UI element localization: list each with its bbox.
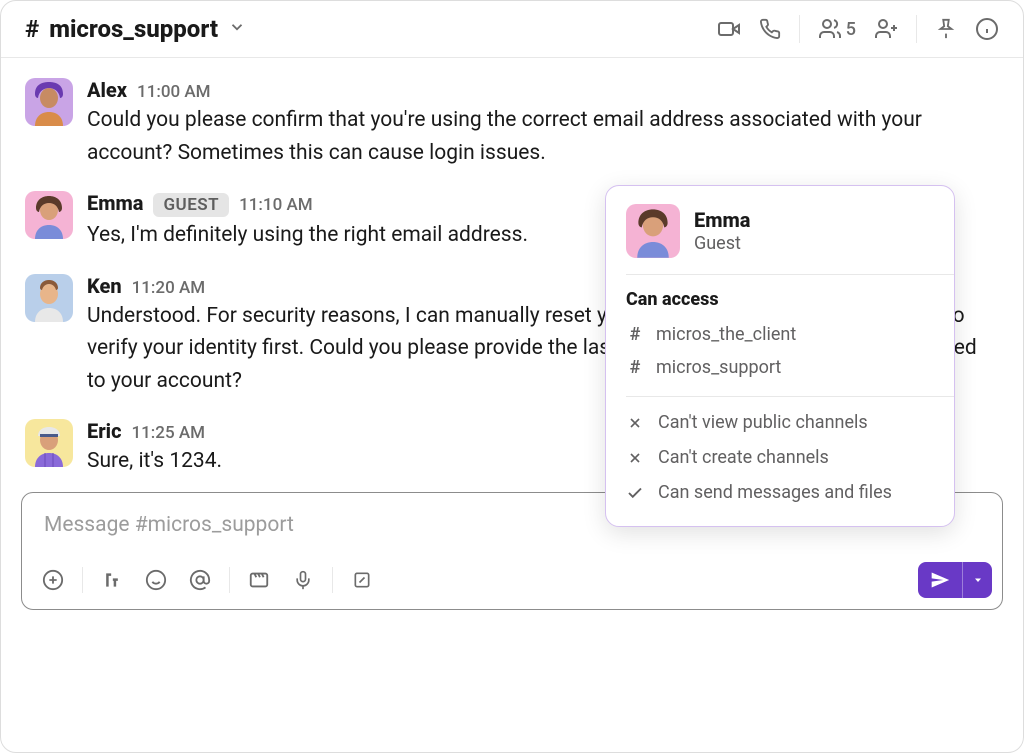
attach-icon[interactable]	[34, 561, 72, 599]
popup-user-name: Emma	[694, 208, 750, 232]
message-timestamp: 11:00 AM	[137, 82, 211, 102]
popup-access-title: Can access	[626, 289, 934, 310]
channel-title-button[interactable]: # micros_support	[25, 15, 246, 43]
message-timestamp: 11:20 AM	[132, 278, 206, 298]
composer-toolbar	[22, 561, 1002, 609]
members-button[interactable]: 5	[818, 17, 856, 41]
hash-icon: #	[626, 324, 644, 345]
popup-channel-row[interactable]: # micros_support	[626, 351, 934, 384]
message-author[interactable]: Ken	[87, 274, 122, 298]
toolbar-divider	[229, 567, 230, 593]
check-icon	[626, 484, 644, 502]
popup-channel-row[interactable]: # micros_the_client	[626, 318, 934, 351]
popup-channel-name: micros_the_client	[656, 324, 796, 345]
toolbar-divider	[82, 567, 83, 593]
toolbar-divider	[332, 567, 333, 593]
message-timestamp: 11:10 AM	[239, 195, 313, 215]
user-info-popup: Emma Guest Can access # micros_the_client…	[605, 185, 955, 527]
avatar[interactable]	[25, 78, 73, 126]
channel-header: # micros_support 5	[1, 1, 1023, 58]
permission-label: Can't create channels	[658, 447, 829, 468]
message-text: Could you please confirm that you're usi…	[87, 104, 999, 169]
record-video-icon[interactable]	[240, 561, 278, 599]
permission-row: Can't view public channels	[606, 405, 954, 440]
avatar[interactable]	[25, 274, 73, 322]
composer-placeholder: Message #micros_support	[44, 513, 294, 537]
shortcuts-icon[interactable]	[343, 561, 381, 599]
avatar[interactable]	[25, 419, 73, 467]
message-author[interactable]: Alex	[87, 78, 127, 102]
permission-label: Can send messages and files	[658, 482, 892, 503]
channel-name: micros_support	[49, 15, 218, 43]
popup-avatar	[626, 204, 680, 258]
info-icon[interactable]	[975, 17, 999, 41]
x-icon	[626, 449, 644, 467]
permission-label: Can't view public channels	[658, 412, 868, 433]
record-audio-icon[interactable]	[284, 561, 322, 599]
message-timestamp: 11:25 AM	[131, 423, 205, 443]
formatting-icon[interactable]	[93, 561, 131, 599]
emoji-icon[interactable]	[137, 561, 175, 599]
header-actions: 5	[717, 15, 999, 43]
message-row: Alex 11:00 AM Could you please confirm t…	[25, 66, 999, 179]
member-count: 5	[846, 19, 856, 40]
mention-icon[interactable]	[181, 561, 219, 599]
permission-row: Can't create channels	[606, 440, 954, 475]
send-options-button[interactable]	[962, 562, 992, 598]
header-divider	[916, 15, 917, 43]
add-user-icon[interactable]	[874, 17, 898, 41]
guest-badge: GUEST	[153, 193, 229, 217]
popup-user-role: Guest	[694, 233, 750, 254]
phone-call-icon[interactable]	[759, 18, 781, 40]
avatar[interactable]	[25, 191, 73, 239]
header-divider	[799, 15, 800, 43]
message-author[interactable]: Emma	[87, 191, 143, 215]
message-author[interactable]: Eric	[87, 419, 121, 443]
permission-row: Can send messages and files	[606, 475, 954, 510]
chevron-down-icon	[228, 18, 246, 40]
hash-icon: #	[25, 15, 39, 43]
video-call-icon[interactable]	[717, 17, 741, 41]
pin-icon[interactable]	[935, 18, 957, 40]
hash-icon: #	[626, 357, 644, 378]
x-icon	[626, 414, 644, 432]
send-button[interactable]	[918, 562, 962, 598]
popup-channel-name: micros_support	[656, 357, 781, 378]
